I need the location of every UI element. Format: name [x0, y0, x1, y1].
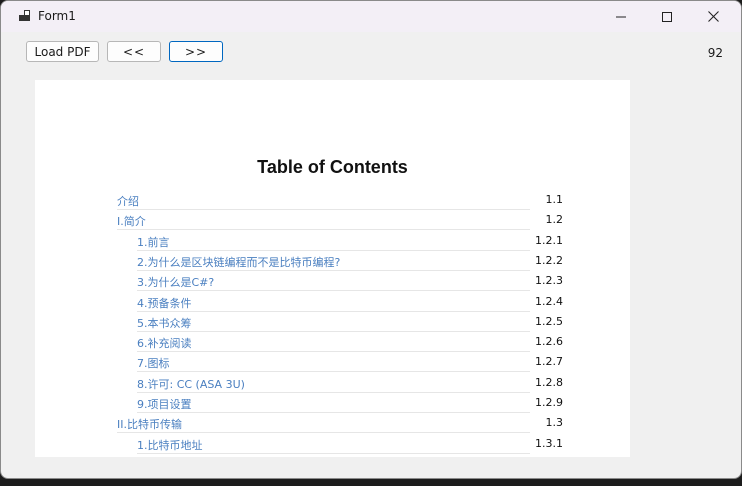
toc-entry[interactable]: I.简介 1.2	[117, 213, 563, 233]
toc-entry[interactable]: 介绍 1.1	[117, 193, 563, 213]
toc-entry-divider	[137, 453, 530, 454]
title-bar[interactable]: Form1	[1, 1, 741, 32]
maximize-button[interactable]	[644, 1, 690, 32]
toc-entry-number: 1.3	[545, 416, 564, 429]
toc-entry-number: 1.2.3	[535, 274, 563, 287]
toc-entry[interactable]: 1.比特币地址 1.3.1	[137, 437, 563, 457]
toc-entry-number: 1.2.2	[535, 254, 563, 267]
toc-entry-divider	[137, 331, 530, 332]
pdf-page-view[interactable]: Table of Contents 介绍 1.1 I.简介 1.2 1.前言 1.2.1 2…	[35, 80, 630, 457]
toc-entry-label[interactable]: 2.为什么是区块链编程而不是比特币编程?	[137, 254, 340, 270]
toc-entry[interactable]: 5.本书众筹 1.2.5	[137, 315, 563, 335]
toc-entry[interactable]: 6.补充阅读 1.2.6	[137, 335, 563, 355]
window-title: Form1	[38, 9, 76, 23]
main-window: Form1 Load PDF << >> 92 Table of Content…	[0, 0, 742, 479]
toc-entry-divider	[137, 412, 530, 413]
toc-entry-divider	[137, 270, 530, 271]
toc-entry-number: 1.2	[545, 213, 564, 226]
close-icon	[707, 11, 719, 22]
toc-entry-number: 1.2.8	[535, 376, 563, 389]
toc-entry-label[interactable]: 1.前言	[137, 234, 170, 250]
toc-entry-label[interactable]: I.简介	[117, 213, 146, 229]
toc-entry-number: 1.2.7	[535, 355, 563, 368]
toc-entry-divider	[137, 371, 530, 372]
toc-entry-number: 1.2.9	[535, 396, 563, 409]
toc-title: Table of Contents	[257, 157, 408, 177]
toc-entry-label[interactable]: 介绍	[117, 193, 139, 209]
toc-entry[interactable]: 9.项目设置 1.2.9	[137, 396, 563, 416]
toc-entry-divider	[137, 351, 530, 352]
toc-entry-number: 1.2.1	[535, 234, 563, 247]
toc-entry-label[interactable]: 9.项目设置	[137, 396, 192, 412]
app-icon	[19, 10, 30, 21]
toc-entry-divider	[137, 290, 530, 291]
toc-entry-number: 1.2.4	[535, 295, 563, 308]
toc-entry[interactable]: 1.前言 1.2.1	[137, 234, 563, 254]
toc-entry-divider	[137, 250, 530, 251]
toc-entry-divider	[137, 392, 530, 393]
toc-entry-divider	[117, 229, 530, 230]
toc-entry-number: 1.1	[545, 193, 564, 206]
toc-entry-divider	[137, 311, 530, 312]
toc-entry[interactable]: 2.为什么是区块链编程而不是比特币编程? 1.2.2	[137, 254, 563, 274]
toc-entry[interactable]: 4.预备条件 1.2.4	[137, 295, 563, 315]
toc-entry[interactable]: 7.图标 1.2.7	[137, 355, 563, 375]
toc-entry-label[interactable]: 3.为什么是C#?	[137, 274, 214, 290]
toc-entry-label[interactable]: 8.许可: CC (ASA 3U)	[137, 376, 245, 392]
toc-entry-label[interactable]: 7.图标	[137, 355, 170, 371]
toc-entry-label[interactable]: 4.预备条件	[137, 295, 192, 311]
maximize-icon	[662, 11, 672, 22]
toc-entry-number: 1.3.1	[535, 437, 563, 450]
toc-entry[interactable]: 8.许可: CC (ASA 3U) 1.2.8	[137, 376, 563, 396]
load-pdf-button[interactable]: Load PDF	[26, 41, 99, 62]
toc-entry-label[interactable]: II.比特币传输	[117, 416, 182, 432]
toc-entry-number: 1.2.6	[535, 335, 563, 348]
minimize-button[interactable]	[598, 1, 644, 32]
toc-entry[interactable]: II.比特币传输 1.3	[117, 416, 563, 436]
previous-page-button[interactable]: <<	[107, 41, 161, 62]
toc-entry-label[interactable]: 6.补充阅读	[137, 335, 192, 351]
toc-entry-label[interactable]: 1.比特币地址	[137, 437, 203, 453]
next-page-button[interactable]: >>	[169, 41, 223, 62]
page-count-label: 92	[707, 46, 723, 60]
toc-entry-number: 1.2.5	[535, 315, 563, 328]
close-button[interactable]	[690, 1, 736, 32]
minimize-icon	[616, 16, 626, 17]
toc-entry[interactable]: 3.为什么是C#? 1.2.3	[137, 274, 563, 294]
toc-entry-label[interactable]: 5.本书众筹	[137, 315, 192, 331]
toc-entry-divider	[117, 432, 530, 433]
toc-entry-divider	[117, 209, 530, 210]
